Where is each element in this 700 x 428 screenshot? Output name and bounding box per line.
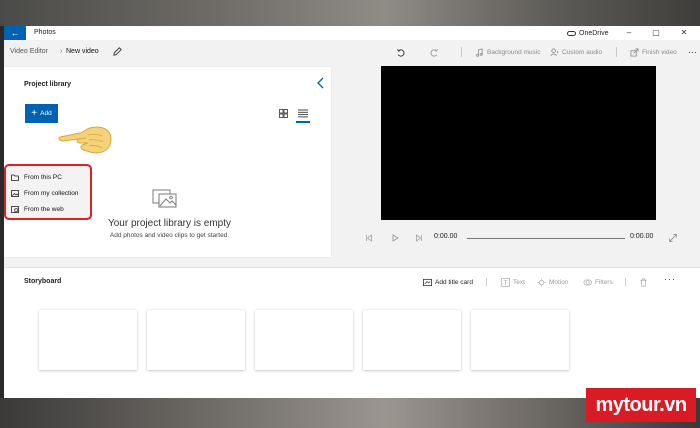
- add-source-menu: From this PC From my collection From the…: [4, 164, 92, 220]
- cloud-icon: [567, 30, 576, 36]
- text-label: Text: [513, 278, 525, 286]
- grid-view-icon[interactable]: [279, 109, 288, 118]
- app-title: Photos: [34, 29, 56, 36]
- toolbar-divider: [616, 47, 617, 57]
- onedrive-label: OneDrive: [579, 29, 609, 37]
- menu-item-label: From the web: [24, 205, 64, 213]
- toolbar-divider: [461, 47, 462, 57]
- back-button[interactable]: ←: [4, 26, 26, 40]
- folder-icon: [11, 174, 19, 181]
- finish-video-button[interactable]: Finish video: [630, 40, 677, 64]
- plus-icon: +: [31, 107, 38, 119]
- storyboard-slot[interactable]: [255, 310, 353, 370]
- list-view-icon[interactable]: [298, 109, 308, 118]
- custom-audio-button[interactable]: Custom audio: [550, 40, 602, 64]
- add-title-card-label: Add title card: [435, 278, 473, 286]
- storyboard-slot[interactable]: [147, 310, 245, 370]
- project-library-panel: Project library + Add From this PC From …: [4, 67, 331, 257]
- video-preview[interactable]: [381, 66, 656, 220]
- maximize-button[interactable]: ▢: [644, 26, 668, 40]
- breadcrumb-separator: ›: [60, 48, 63, 55]
- motion-button[interactable]: Motion: [537, 276, 569, 288]
- storyboard-slot[interactable]: [471, 310, 569, 370]
- breadcrumb-new-video: New video: [66, 48, 99, 55]
- onedrive-status[interactable]: OneDrive: [567, 26, 609, 40]
- menu-item-label: From this PC: [24, 173, 62, 181]
- chevron-left-icon[interactable]: [316, 77, 326, 89]
- add-button-label: Add: [40, 110, 52, 117]
- filters-button[interactable]: Filters: [583, 276, 613, 288]
- undo-icon: [396, 48, 405, 57]
- desktop-background-top: [0, 0, 700, 26]
- editor-toolbar: Video Editor › New video Background musi…: [4, 40, 700, 64]
- filters-label: Filters: [595, 278, 613, 286]
- photos-placeholder-icon: [152, 189, 177, 208]
- filters-icon: [583, 278, 592, 286]
- menu-item-from-my-collection[interactable]: From my collection: [6, 185, 90, 201]
- motion-label: Motion: [549, 278, 569, 286]
- storyboard-divider: [625, 278, 626, 286]
- redo-button[interactable]: [430, 40, 439, 64]
- total-time: 0:00.00: [630, 233, 654, 240]
- project-library-title: Project library: [24, 81, 72, 88]
- text-icon: [501, 277, 510, 287]
- add-title-card-button[interactable]: Add title card: [423, 276, 473, 288]
- menu-item-label: From my collection: [24, 189, 79, 197]
- custom-audio-label: Custom audio: [562, 48, 603, 56]
- storyboard-panel: Storyboard Add title card Text Motion Fi…: [4, 268, 700, 398]
- storyboard-slot[interactable]: [363, 310, 461, 370]
- empty-library-subtitle: Add photos and video clips to get starte…: [109, 232, 230, 239]
- minimize-button[interactable]: –: [617, 26, 641, 40]
- expand-icon[interactable]: [668, 233, 678, 243]
- photo-collection-icon: [11, 189, 19, 197]
- storyboard-slot[interactable]: [39, 310, 137, 370]
- play-icon[interactable]: [390, 233, 400, 243]
- breadcrumb-video-editor[interactable]: Video Editor: [10, 40, 48, 64]
- motion-icon: [537, 277, 546, 287]
- menu-item-from-this-pc[interactable]: From this PC: [6, 169, 90, 185]
- playback-controls: 0:00.00 0:00.00: [364, 231, 684, 245]
- storyboard-divider: [486, 278, 487, 286]
- web-image-icon: [11, 205, 19, 213]
- skip-forward-icon[interactable]: [414, 233, 424, 243]
- add-button[interactable]: + Add: [25, 104, 58, 123]
- close-button[interactable]: ✕: [672, 26, 696, 40]
- menu-item-from-the-web[interactable]: From the web: [6, 201, 90, 217]
- list-view-selected-indicator: [296, 121, 310, 123]
- more-options-button[interactable]: ···: [688, 40, 697, 64]
- delete-button[interactable]: [639, 276, 648, 288]
- current-time: 0:00.00: [434, 233, 458, 240]
- empty-library-title: Your project library is empty: [107, 218, 231, 229]
- music-note-icon: [476, 47, 483, 57]
- storyboard-more-button[interactable]: ···: [664, 274, 676, 284]
- pointing-hand-icon: [58, 126, 112, 154]
- text-button[interactable]: Text: [501, 276, 525, 288]
- timeline-scrubber[interactable]: [467, 238, 625, 239]
- background-music-button[interactable]: Background music: [475, 40, 540, 64]
- background-music-label: Background music: [487, 48, 541, 56]
- finish-video-label: Finish video: [642, 48, 677, 56]
- undo-button[interactable]: [396, 40, 405, 64]
- pencil-icon[interactable]: [112, 46, 123, 57]
- person-audio-icon: [550, 47, 559, 56]
- photos-window: ← Photos OneDrive – ▢ ✕ Video Editor › N…: [4, 26, 700, 398]
- title-card-icon: [423, 278, 432, 286]
- storyboard-title: Storyboard: [24, 278, 62, 285]
- arrow-left-icon: ←: [10, 28, 20, 38]
- watermark-logo: mytour.vn: [586, 388, 696, 422]
- share-export-icon: [630, 47, 639, 57]
- redo-icon: [430, 48, 439, 57]
- title-bar: ← Photos OneDrive – ▢ ✕: [4, 26, 700, 40]
- trash-icon: [640, 278, 647, 286]
- skip-back-icon[interactable]: [364, 233, 374, 243]
